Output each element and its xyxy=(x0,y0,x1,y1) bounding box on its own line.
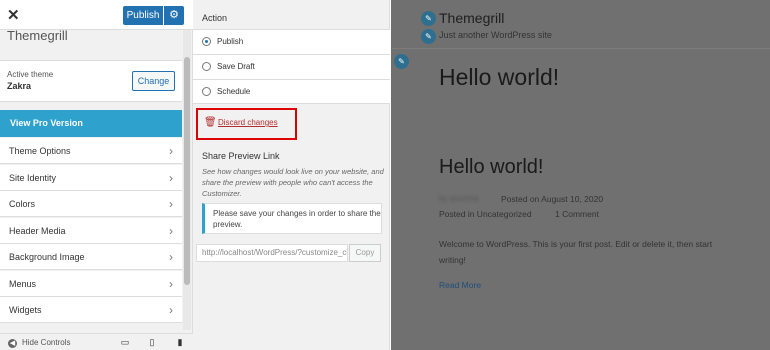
hide-controls-label: Hide Controls xyxy=(22,338,71,347)
tablet-icon[interactable]: ▯ xyxy=(147,337,157,347)
save-notice: Please save your changes in order to sha… xyxy=(202,203,382,234)
preview-hero-title: Hello world! xyxy=(439,64,560,90)
chevron-right-icon: › xyxy=(169,303,173,317)
radio-publish[interactable] xyxy=(202,37,211,46)
sidebar-item-theme-options[interactable]: Theme Options › xyxy=(0,138,182,164)
chevron-right-icon: › xyxy=(169,144,173,158)
sidebar-item-label: Theme Options xyxy=(9,146,71,156)
post-excerpt: Welcome to WordPress. This is your first… xyxy=(439,239,713,265)
active-theme-label: Active theme xyxy=(7,70,54,79)
collapse-arrow-icon: ◀ xyxy=(8,339,17,348)
gear-icon[interactable]: ⚙ xyxy=(164,6,184,25)
post-author[interactable]: by arunima xyxy=(439,194,479,203)
copy-button[interactable]: Copy xyxy=(349,244,381,262)
post-date[interactable]: Posted on August 10, 2020 xyxy=(501,194,603,204)
sidebar-item-widgets[interactable]: Widgets › xyxy=(0,297,182,323)
site-title-heading: Themegrill xyxy=(7,28,68,43)
sidebar-item-label: Menus xyxy=(9,279,37,289)
sidebar-item-label: Colors xyxy=(9,199,36,209)
action-heading: Action xyxy=(202,13,228,23)
read-more-link[interactable]: Read More xyxy=(439,280,481,290)
header-divider xyxy=(392,48,770,49)
preview-tagline: Just another WordPress site xyxy=(439,30,552,40)
mobile-icon[interactable]: ▮ xyxy=(175,337,185,347)
view-pro-version-item[interactable]: View Pro Version xyxy=(0,110,182,137)
preview-post-title[interactable]: Hello world! xyxy=(439,156,543,179)
trash-icon: 🗑 xyxy=(204,117,217,128)
sidebar-item-site-identity[interactable]: Site Identity › xyxy=(0,165,182,191)
active-theme-name: Zakra xyxy=(7,81,32,91)
scrollbar-thumb[interactable] xyxy=(184,57,190,285)
option-schedule[interactable]: Schedule xyxy=(193,79,390,104)
chevron-right-icon: › xyxy=(169,171,173,185)
option-label: Schedule xyxy=(217,87,251,96)
chevron-right-icon: › xyxy=(169,250,173,264)
sidebar-item-menus[interactable]: Menus › xyxy=(0,271,182,297)
edit-pencil-icon[interactable]: ✎ xyxy=(421,11,436,26)
sidebar-item-label: Background Image xyxy=(9,252,85,262)
change-theme-button[interactable]: Change xyxy=(132,71,175,91)
sidebar-item-background-image[interactable]: Background Image › xyxy=(0,244,182,270)
sidebar-item-colors[interactable]: Colors › xyxy=(0,191,182,217)
preview-site-title[interactable]: Themegrill xyxy=(439,10,504,26)
hide-controls-button[interactable]: ◀ Hide Controls xyxy=(8,338,70,348)
close-icon[interactable]: ✕ xyxy=(7,6,20,24)
publish-button[interactable]: Publish xyxy=(123,6,163,25)
chevron-right-icon: › xyxy=(169,224,173,238)
edit-pencil-icon[interactable]: ✎ xyxy=(394,54,409,69)
share-preview-description: See how changes would look live on your … xyxy=(202,167,384,198)
sidebar-item-label: Header Media xyxy=(9,226,66,236)
sidebar-item-label: Site Identity xyxy=(9,173,57,183)
post-category[interactable]: Posted in Uncategorized xyxy=(439,209,532,219)
option-label: Publish xyxy=(217,37,244,46)
share-preview-heading: Share Preview Link xyxy=(202,151,280,161)
chevron-right-icon: › xyxy=(169,197,173,211)
desktop-icon[interactable]: ▭ xyxy=(120,337,130,347)
sidebar-item-label: Widgets xyxy=(9,305,42,315)
post-comments-link[interactable]: 1 Comment xyxy=(555,209,599,219)
radio-save-draft[interactable] xyxy=(202,62,211,71)
option-save-draft[interactable]: Save Draft xyxy=(193,54,390,79)
preview-url-field[interactable]: http://localhost/WordPress/?customize_ch… xyxy=(196,244,348,262)
chevron-right-icon: › xyxy=(169,277,173,291)
radio-schedule[interactable] xyxy=(202,87,211,96)
sidebar-item-header-media[interactable]: Header Media › xyxy=(0,218,182,244)
option-publish[interactable]: Publish xyxy=(193,29,390,54)
option-label: Save Draft xyxy=(217,62,255,71)
discard-changes-link[interactable]: Discard changes xyxy=(218,118,278,127)
edit-pencil-icon[interactable]: ✎ xyxy=(421,29,436,44)
